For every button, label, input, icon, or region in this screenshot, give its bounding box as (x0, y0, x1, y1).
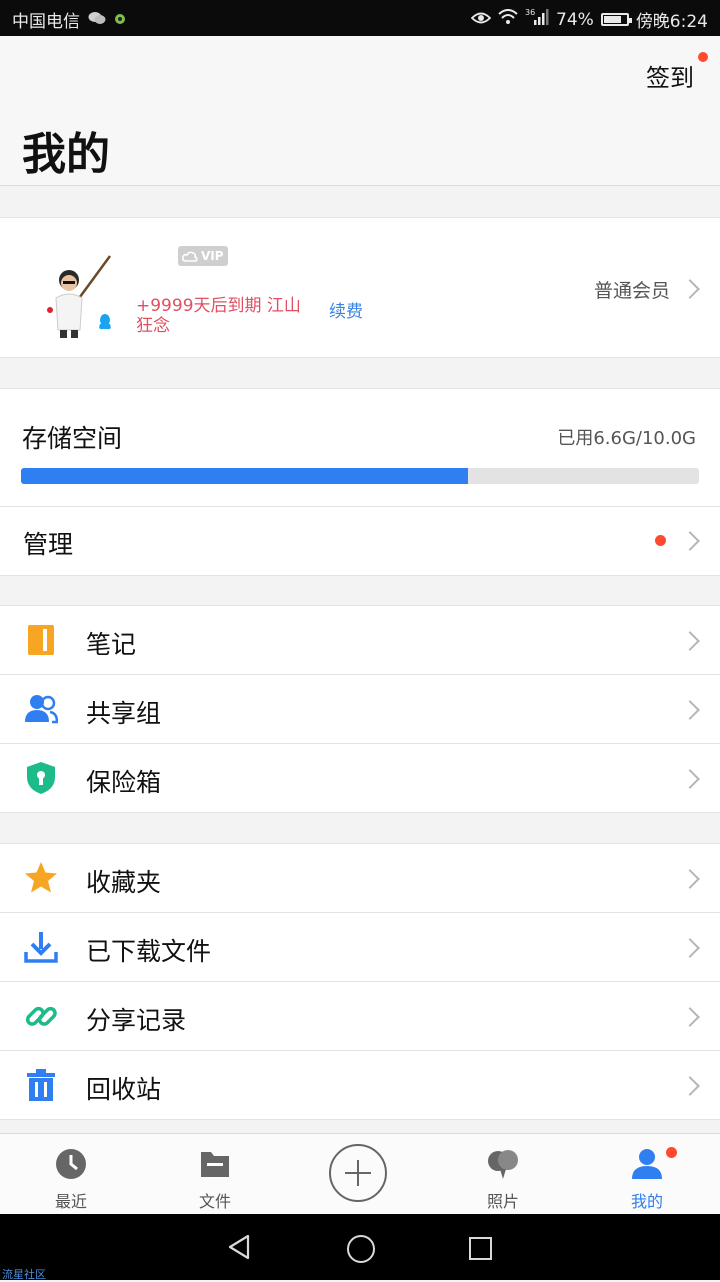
list-item-notes[interactable]: 笔记 (0, 606, 720, 675)
chevron-right-icon (680, 531, 700, 551)
star-icon (24, 861, 58, 895)
wifi-icon (498, 9, 518, 30)
list-item-label: 已下载文件 (86, 937, 212, 966)
chevron-right-icon (680, 769, 700, 789)
list-item-share-records[interactable]: 分享记录 (0, 982, 720, 1051)
storage-progress-bar (21, 468, 699, 484)
list-item-label: 分享记录 (86, 1006, 187, 1035)
storage-progress-fill (21, 468, 469, 484)
renew-button[interactable]: 续费 (329, 297, 363, 322)
chevron-right-icon (680, 938, 700, 958)
app-icon (114, 10, 126, 30)
manage-notification-dot (655, 535, 666, 546)
manage-label: 管理 (23, 530, 74, 559)
expiry-text: +9999天后到期 江山狂念 (136, 296, 301, 336)
list-item-share-group[interactable]: 共享组 (0, 675, 720, 744)
bottom-nav: 最近 文件 照片 我的 (0, 1133, 720, 1215)
tab-files[interactable]: 文件 (155, 1134, 275, 1215)
list-item-label: 回收站 (86, 1075, 162, 1104)
list-item-recycle-bin[interactable]: 回收站 (0, 1051, 720, 1119)
chevron-right-icon (680, 631, 700, 651)
list-item-favorites[interactable]: 收藏夹 (0, 844, 720, 913)
chevron-right-icon (680, 700, 700, 720)
cloud-icon (182, 251, 198, 262)
user-icon (630, 1148, 664, 1180)
eye-icon (470, 10, 492, 30)
list-item-label: 笔记 (86, 630, 137, 659)
add-button[interactable] (329, 1144, 387, 1202)
tab-label: 文件 (198, 1192, 231, 1211)
shield-lock-icon (24, 761, 58, 795)
files-group: 收藏夹 已下载文件 分享记录 回收站 (0, 843, 720, 1120)
qq-icon (97, 313, 113, 331)
list-item-label: 共享组 (86, 699, 162, 728)
list-item-label: 收藏夹 (86, 868, 162, 897)
tab-label: 我的 (630, 1192, 663, 1211)
storage-title: 存储空间 (22, 424, 123, 453)
tab-mine[interactable]: 我的 (587, 1134, 707, 1215)
link-icon (24, 999, 58, 1033)
tab-label: 最近 (54, 1192, 87, 1211)
wechat-icon (88, 10, 106, 30)
storage-section: 存储空间 已用6.6G/10.0G 管理 (0, 388, 720, 576)
tab-photos[interactable]: 照片 (443, 1134, 563, 1215)
tab-recent[interactable]: 最近 (11, 1134, 131, 1215)
storage-used-text: 已用6.6G/10.0G (557, 428, 696, 449)
chevron-right-icon (680, 1076, 700, 1096)
tools-group: 笔记 共享组 保险箱 (0, 605, 720, 813)
status-bar: 中国电信 36 74% 傍晚6:24 (0, 0, 720, 36)
system-nav-bar (0, 1214, 720, 1280)
signin-button[interactable]: 签到 (646, 58, 694, 93)
folder-icon (198, 1148, 232, 1180)
page-header: 签到 我的 (0, 36, 720, 186)
vip-badge: VIP (178, 246, 228, 266)
home-icon[interactable] (347, 1235, 375, 1263)
signin-notification-dot (698, 52, 708, 62)
vip-label: VIP (201, 249, 224, 263)
member-level[interactable]: 普通会员 (594, 276, 670, 303)
carrier-label: 中国电信 (12, 12, 80, 32)
back-icon[interactable] (226, 1234, 252, 1264)
list-item-safe-box[interactable]: 保险箱 (0, 744, 720, 812)
list-item-label: 保险箱 (86, 768, 162, 797)
battery-icon (600, 13, 632, 26)
battery-percent: 74% (556, 9, 594, 30)
profile-card[interactable]: VIP +9999天后到期 江山狂念 续费 普通会员 (0, 217, 720, 358)
chevron-right-icon (680, 869, 700, 889)
network-label: 36 (525, 8, 535, 17)
page-title: 我的 (22, 129, 110, 180)
notebook-icon (24, 623, 58, 657)
clock-icon (54, 1148, 88, 1180)
chevron-right-icon (680, 1007, 700, 1027)
manage-row[interactable]: 管理 (0, 506, 720, 574)
tab-label: 照片 (486, 1192, 519, 1211)
chevron-right-icon (680, 279, 700, 299)
group-users-icon (24, 692, 59, 726)
tab-mine-notification-dot (666, 1147, 677, 1158)
list-item-downloads[interactable]: 已下载文件 (0, 913, 720, 982)
signal-icon: 36 (525, 8, 549, 31)
recent-apps-icon[interactable] (469, 1237, 492, 1260)
photos-icon (486, 1148, 520, 1180)
clock: 傍晚6:24 (635, 12, 708, 32)
download-icon (24, 930, 58, 964)
trash-icon (24, 1068, 58, 1102)
